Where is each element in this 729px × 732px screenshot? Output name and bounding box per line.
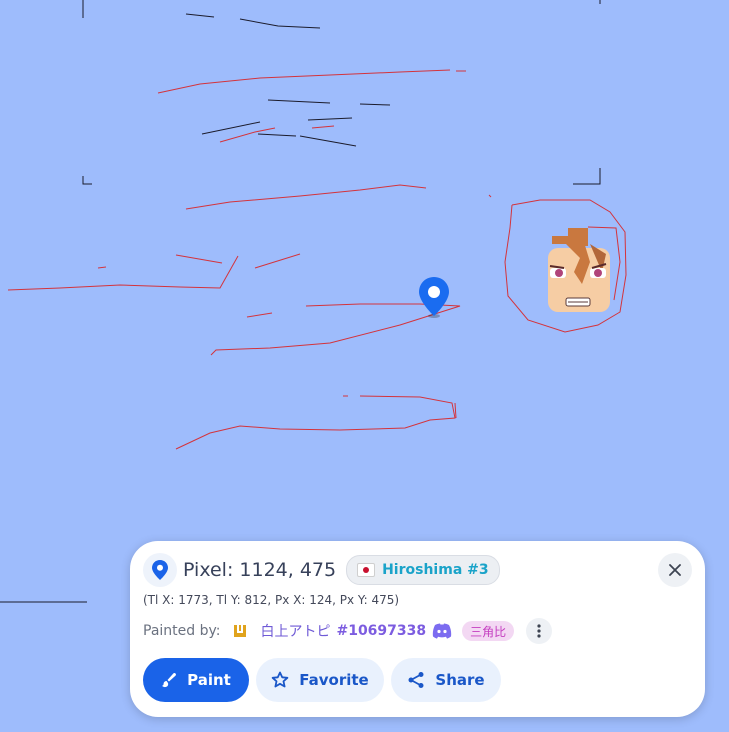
- star-icon: [271, 671, 289, 688]
- more-options-button[interactable]: [526, 618, 553, 644]
- region-badge[interactable]: Hiroshima #3: [346, 555, 500, 585]
- painter-id[interactable]: #10697338: [336, 623, 426, 639]
- share-icon: [408, 672, 424, 688]
- close-icon: [669, 564, 681, 576]
- more-vertical-icon: [537, 624, 541, 638]
- close-button[interactable]: [658, 553, 692, 587]
- discord-icon: [432, 623, 452, 639]
- painter-name[interactable]: 白上アトピ: [260, 621, 330, 641]
- paint-button-label: Paint: [187, 671, 231, 689]
- tile-pixel-coordinates: (Tl X: 1773, Tl Y: 812, Px X: 124, Px Y:…: [143, 593, 400, 607]
- location-pin-icon: [143, 553, 177, 587]
- favorite-button-label: Favorite: [299, 671, 369, 689]
- brush-icon: [162, 673, 177, 688]
- share-button[interactable]: Share: [391, 658, 501, 702]
- pixel-coordinates-title: Pixel: 1124, 475: [183, 559, 337, 581]
- map-pin-icon[interactable]: [418, 276, 450, 318]
- favorite-button[interactable]: Favorite: [256, 658, 384, 702]
- japan-flag-icon: [357, 563, 376, 577]
- user-avatar-icon: [234, 625, 247, 637]
- panel-header: Pixel: 1124, 475 Hiroshima #3: [143, 553, 692, 587]
- map-artwork-black-lines: [0, 0, 601, 603]
- map-artwork-red-strokes: [7, 69, 627, 450]
- pixel-info-panel: Pixel: 1124, 475 Hiroshima #3 (Tl X: 177…: [130, 541, 705, 717]
- pixel-art-portrait: [548, 228, 610, 312]
- paint-button[interactable]: Paint: [143, 658, 249, 702]
- share-button-label: Share: [435, 671, 485, 689]
- painted-by-row: Painted by: 白上アトピ #10697338 三角比: [143, 618, 553, 644]
- alliance-badge[interactable]: 三角比: [462, 621, 515, 641]
- painted-by-label: Painted by:: [143, 623, 221, 639]
- region-name: Hiroshima #3: [382, 562, 489, 578]
- action-buttons: Paint Favorite Share: [143, 658, 501, 702]
